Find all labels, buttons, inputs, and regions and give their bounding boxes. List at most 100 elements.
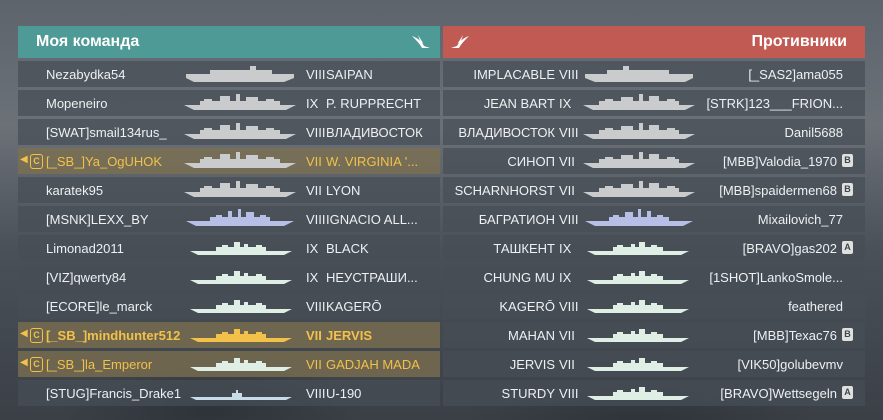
ship-name: P. RUPPRECHT bbox=[326, 96, 422, 111]
ship-tier: IX bbox=[559, 241, 572, 256]
player-name: [MSNK]LEXX_BY bbox=[46, 212, 149, 227]
rank-badge-icon: B bbox=[842, 328, 853, 341]
ship-tier: VII bbox=[306, 328, 322, 343]
enemy-player-row[interactable]: KAGERŌ VIII feathered bbox=[443, 293, 865, 319]
enemy-team-header: Противники bbox=[443, 26, 865, 58]
player-name: [BRAVO]gas202 bbox=[742, 241, 837, 256]
ship-silhouette-icon bbox=[583, 94, 695, 110]
ally-player-row[interactable]: [VIZ]qwerty84 IX НЕУСТРАШИ... bbox=[18, 264, 440, 290]
ship-name: JERVIS bbox=[509, 357, 555, 372]
ship-tier: VIII bbox=[306, 67, 326, 82]
player-name: [MBB]Valodia_1970 bbox=[723, 154, 837, 169]
enemy-team-panel: Противники IMPLACABLE VIII [_SAS2]ama055 JE… bbox=[443, 26, 865, 409]
ship-name: SAIPAN bbox=[326, 67, 373, 82]
ship-silhouette-icon bbox=[587, 242, 689, 255]
enemy-player-row[interactable]: БАГРАТИОН VIII Mixailovich_77 bbox=[443, 206, 865, 232]
ship-tier: VIII bbox=[306, 299, 326, 314]
bird-icon bbox=[412, 35, 430, 48]
ally-player-row[interactable]: Limonad2011 IX BLACK bbox=[18, 235, 440, 261]
ally-player-row[interactable]: ◀ C [_SB_]mindhunter512 VII JERVIS bbox=[18, 322, 440, 348]
enemy-player-row[interactable]: MAHAN VII [MBB]Texac76 B bbox=[443, 322, 865, 348]
ship-name: СИНОП bbox=[507, 154, 555, 169]
ship-tier: VII bbox=[306, 357, 322, 372]
enemy-player-row[interactable]: JEAN BART IX [STRK]123___FRION... bbox=[443, 90, 865, 116]
enemy-player-row[interactable]: ТАШКЕНТ IX [BRAVO]gas202 A bbox=[443, 235, 865, 261]
enemy-team-title: Противники bbox=[751, 33, 848, 50]
ship-silhouette-icon bbox=[583, 181, 695, 197]
ship-silhouette-icon bbox=[585, 209, 693, 226]
ally-player-row[interactable]: [STUG]Francis_Drake1 VIII U-190 bbox=[18, 380, 440, 406]
ship-silhouette-icon bbox=[190, 300, 292, 313]
ship-tier: VIII bbox=[559, 212, 579, 227]
ally-player-row[interactable]: [SWAT]smail134rus_ VIII ВЛАДИВОСТОК bbox=[18, 119, 440, 145]
ship-name: ВЛАДИВОСТОК bbox=[326, 125, 423, 140]
ship-tier: VIII bbox=[559, 299, 579, 314]
ship-tier: VIII bbox=[306, 386, 326, 401]
ship-tier: IX bbox=[306, 96, 319, 111]
ally-player-row[interactable]: ◀ C [_SB_]Ya_OgUHOK VII W. VIRGINIA '... bbox=[18, 148, 440, 174]
enemy-player-row[interactable]: CHUNG MU IX [1SHOT]LankoSmole... bbox=[443, 264, 865, 290]
ship-tier: IX bbox=[306, 241, 319, 256]
ally-player-row[interactable]: karatek95 VII LYON bbox=[18, 177, 440, 203]
ship-tier: VIII bbox=[559, 67, 579, 82]
enemy-player-list: IMPLACABLE VIII [_SAS2]ama055 JEAN BART IX [S… bbox=[443, 61, 865, 406]
enemy-player-row[interactable]: СИНОП VII [MBB]Valodia_1970 B bbox=[443, 148, 865, 174]
ship-name: STURDY bbox=[501, 386, 555, 401]
player-name: [_SAS2]ama055 bbox=[748, 67, 843, 82]
ship-name: JEAN BART bbox=[483, 96, 555, 111]
ship-name: LYON bbox=[326, 183, 361, 198]
ship-silhouette-icon bbox=[587, 271, 689, 284]
ship-tier: IX bbox=[559, 270, 572, 285]
player-name: [_SB_]la_Emperor bbox=[46, 357, 153, 372]
ship-tier: VIII bbox=[559, 125, 579, 140]
enemy-player-row[interactable]: STURDY VIII [BRAVO]Wettsegeln A bbox=[443, 380, 865, 406]
player-name: [ECORE]le_marck bbox=[46, 299, 153, 314]
ship-name: GADJAH MADA bbox=[326, 357, 420, 372]
ship-name: НЕУСТРАШИ... bbox=[326, 270, 418, 285]
ally-player-row[interactable]: [MSNK]LEXX_BY VIII IGNACIO ALL... bbox=[18, 206, 440, 232]
ship-silhouette-icon bbox=[585, 66, 693, 82]
player-name: Limonad2011 bbox=[46, 241, 124, 256]
ship-name: CHUNG MU bbox=[483, 270, 556, 285]
ship-silhouette-icon bbox=[587, 329, 689, 342]
enemy-player-row[interactable]: JERVIS VII [VIK50]golubevmv bbox=[443, 351, 865, 377]
enemy-player-row[interactable]: IMPLACABLE VIII [_SAS2]ama055 bbox=[443, 61, 865, 87]
player-name: Nezabydka54 bbox=[46, 67, 126, 82]
ship-name: U-190 bbox=[326, 386, 362, 401]
player-name: karatek95 bbox=[46, 183, 104, 198]
ship-name: W. VIRGINIA '... bbox=[326, 154, 419, 169]
ship-silhouette-icon bbox=[190, 390, 292, 400]
player-name: Mixailovich_77 bbox=[757, 212, 843, 227]
player-name: feathered bbox=[788, 299, 843, 314]
division-icon: C bbox=[30, 357, 43, 372]
ally-player-row[interactable]: [ECORE]le_marck VIII KAGERŌ bbox=[18, 293, 440, 319]
ship-name: SCHARNHORST bbox=[454, 183, 555, 198]
ship-silhouette-icon bbox=[184, 181, 296, 197]
allied-team-panel: Моя команда Nezabydka54 VIII SAIPAN Mopenei… bbox=[18, 26, 440, 409]
ship-tier: IX bbox=[559, 96, 572, 111]
ally-player-row[interactable]: Mopeneiro IX P. RUPPRECHT bbox=[18, 90, 440, 116]
rank-badge-icon: A bbox=[842, 386, 853, 399]
speaker-icon: ◀ bbox=[20, 328, 28, 339]
allied-player-list: Nezabydka54 VIII SAIPAN Mopeneiro IX P. RUPPR… bbox=[18, 61, 440, 406]
player-name: [BRAVO]Wettsegeln bbox=[720, 386, 837, 401]
ship-name: KAGERŌ bbox=[499, 299, 555, 314]
ship-silhouette-icon bbox=[186, 209, 294, 226]
enemy-player-row[interactable]: ВЛАДИВОСТОК VIII Danil5688 bbox=[443, 119, 865, 145]
player-name: [_SB_]mindhunter512 bbox=[46, 328, 181, 343]
ship-silhouette-icon bbox=[587, 300, 689, 313]
ship-tier: VII bbox=[559, 154, 575, 169]
player-name: Danil5688 bbox=[784, 125, 843, 140]
ship-tier: VIII bbox=[306, 125, 326, 140]
player-name: [_SB_]Ya_OgUHOK bbox=[46, 154, 163, 169]
player-name: [MBB]Texac76 bbox=[753, 328, 837, 343]
ship-silhouette-icon bbox=[587, 358, 689, 371]
ship-tier: VII bbox=[559, 328, 575, 343]
player-name: Mopeneiro bbox=[46, 96, 108, 111]
player-name: [STRK]123___FRION... bbox=[706, 96, 843, 111]
enemy-player-row[interactable]: SCHARNHORST VII [MBB]spaidermen68 B bbox=[443, 177, 865, 203]
ally-player-row[interactable]: ◀ C [_SB_]la_Emperor VII GADJAH MADA bbox=[18, 351, 440, 377]
ship-tier: VIII bbox=[306, 212, 326, 227]
ally-player-row[interactable]: Nezabydka54 VIII SAIPAN bbox=[18, 61, 440, 87]
ship-name: ВЛАДИВОСТОК bbox=[458, 125, 555, 140]
